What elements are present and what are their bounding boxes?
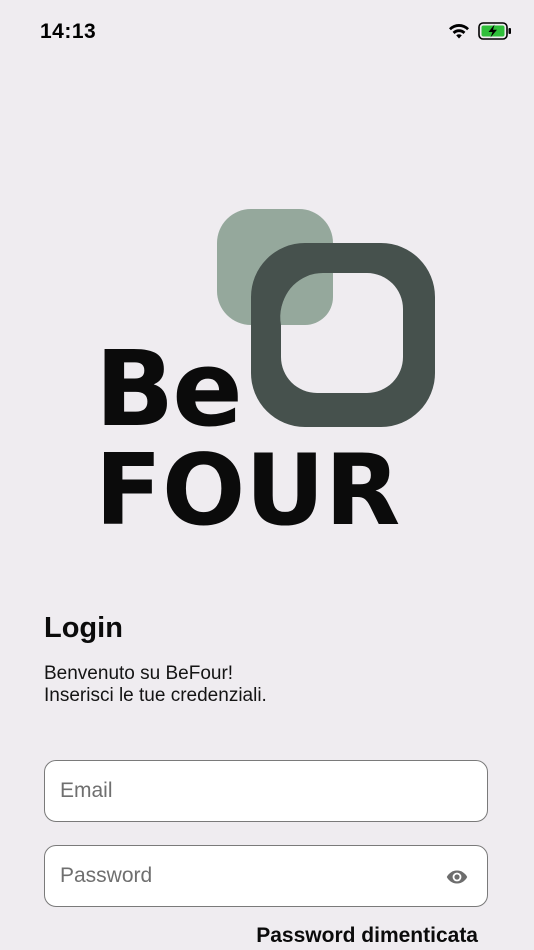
welcome-line-1: Benvenuto su BeFour!	[44, 663, 234, 684]
status-time: 14:13	[40, 20, 97, 43]
logo-text-four: FOUR	[95, 434, 401, 548]
battery-charging-icon	[478, 22, 512, 45]
status-bar: 14:13	[0, 0, 534, 64]
befour-logo: Be FOUR	[95, 205, 440, 540]
wifi-icon	[448, 23, 470, 45]
forgot-password-link[interactable]: Password dimenticata	[256, 924, 478, 948]
email-field-container[interactable]	[44, 760, 488, 822]
welcome-line-2: Inserisci le tue credenziali.	[44, 685, 267, 706]
page-title: Login	[44, 612, 123, 644]
eye-icon[interactable]	[445, 865, 469, 889]
email-input[interactable]	[60, 761, 420, 821]
password-input[interactable]	[60, 846, 420, 906]
password-field-container[interactable]	[44, 845, 488, 907]
logo-text-be: Be	[95, 328, 243, 450]
status-icons	[448, 22, 512, 45]
welcome-text: Benvenuto su BeFour! Inserisci le tue cr…	[44, 663, 267, 707]
